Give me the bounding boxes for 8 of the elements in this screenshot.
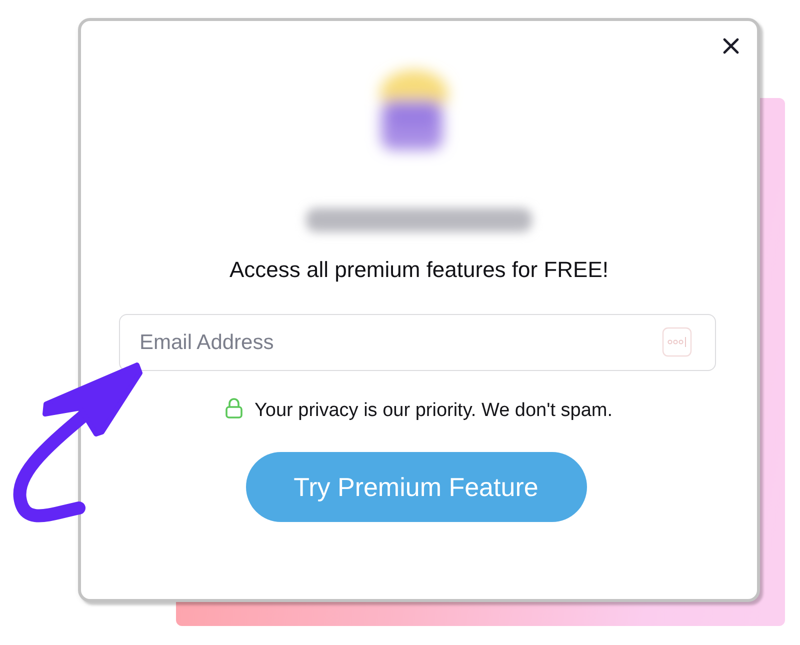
close-button[interactable]: [723, 38, 739, 54]
dots-icon[interactable]: [662, 327, 692, 357]
privacy-note: Your privacy is our priority. We don't spam.: [254, 399, 613, 423]
email-field[interactable]: Email Address: [118, 314, 716, 371]
try-premium-button[interactable]: Try Premium Feature: [246, 452, 586, 522]
close-icon: [723, 38, 739, 54]
lock-icon: [225, 397, 244, 419]
headline: Access all premium features for FREE!: [229, 256, 608, 284]
